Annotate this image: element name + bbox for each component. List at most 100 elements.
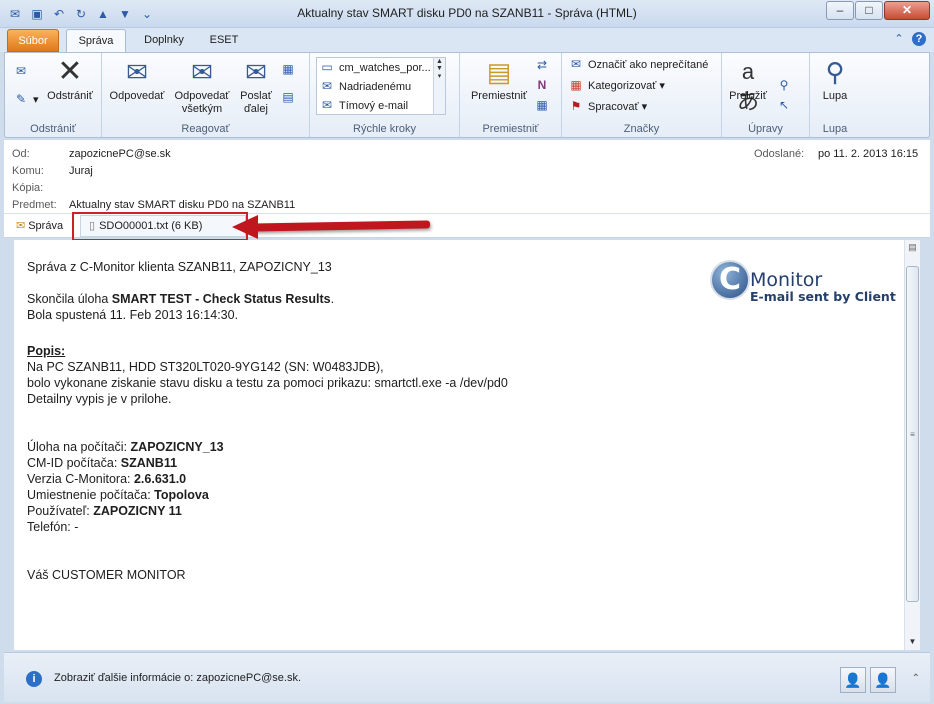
categories-icon: ▦ <box>570 78 582 92</box>
quickstep-item[interactable]: ▭ cm_watches_por... <box>319 59 430 77</box>
avatar[interactable]: 👤 <box>870 667 896 693</box>
help-icon[interactable]: ? <box>912 32 926 46</box>
move-group: ▤ Premiestniť ⇄ N ▦ Premiestniť <box>460 53 562 137</box>
respond-group: ✉ Odpovedať ✉ Odpovedať všetkým ✉ Poslať… <box>102 53 310 137</box>
editing-group: aあ Preložiť ⚲ ↖ Úpravy <box>722 53 810 137</box>
tab-eset[interactable]: ESET <box>203 29 245 52</box>
rules-button[interactable]: ⇄ <box>534 57 554 75</box>
team-mail-icon: ✉ <box>321 98 333 112</box>
tab-message[interactable]: Správa <box>66 29 126 52</box>
people-info-text[interactable]: Zobraziť ďalšie informácie o: zapozicneP… <box>54 672 301 684</box>
message-body: C Monitor E-mail sent by Client Správa z… <box>14 240 904 650</box>
title-bar: ✉ ▣ ↶ ↻ ▲ ▼ ⌄ Aktualny stav SMART disku … <box>0 0 934 28</box>
location: Umiestnenie počítača: Topolova <box>27 488 209 502</box>
more-respond-button[interactable]: ▤ <box>280 89 300 107</box>
info-icon: i <box>26 671 42 687</box>
quickstep-item[interactable]: ✉ Tímový e-mail <box>319 97 408 115</box>
zoom-button[interactable]: ⚲ Lupa <box>814 57 856 103</box>
window-title: Aktualny stav SMART disku PD0 na SZANB11… <box>297 6 637 20</box>
ignore-icon: ✉ <box>15 64 27 78</box>
sent-value: po 11. 2. 2013 16:15 <box>818 148 919 160</box>
quickstep-item[interactable]: ✉ Nadriadenému <box>319 78 411 96</box>
maximize-button[interactable]: □ <box>855 1 883 20</box>
task-finished: Skončila úloha SMART TEST - Check Status… <box>27 292 335 306</box>
flag-icon: ⚑ <box>570 99 582 113</box>
attachment-highlight <box>72 212 248 241</box>
people-pane: i Zobraziť ďalšie informácie o: zapozicn… <box>4 652 930 702</box>
actions-button[interactable]: ▦ <box>534 97 554 115</box>
reply-all-icon: ✉ <box>191 57 213 87</box>
sent-label: Odoslané: <box>754 148 805 160</box>
forward-mail-icon: ✉ <box>321 79 333 93</box>
reply-all-button[interactable]: ✉ Odpovedať všetkým <box>170 57 234 116</box>
phone: Telefón: - <box>27 520 79 534</box>
popis-line: bolo vykonane ziskanie stavu disku a tes… <box>27 376 508 390</box>
to-value[interactable]: Juraj <box>69 163 93 179</box>
from-label: Od: <box>12 148 30 160</box>
move-button[interactable]: ▤ Premiestniť <box>464 57 534 103</box>
user: Používateľ: ZAPOZICNY 11 <box>27 504 182 518</box>
more-icon: ▤ <box>282 90 294 104</box>
delete-button[interactable]: ✕ Odstrániť <box>43 57 97 103</box>
collapse-ribbon-icon[interactable]: ⌃ <box>892 32 906 46</box>
ignore-button[interactable]: ✉ <box>13 63 33 81</box>
forward-button[interactable]: ✉ Poslať ďalej <box>234 57 278 116</box>
message-header: Od: zapozicnePC@se.sk Komu: Juraj Kópia:… <box>4 140 930 214</box>
annotation-arrowhead <box>232 215 258 239</box>
cleanup-icon: ✎ <box>15 92 27 106</box>
select-button[interactable]: ↖ <box>776 97 796 115</box>
popis-line: Na PC SZANB11, HDD ST320LT020-9YG142 (SN… <box>27 360 384 374</box>
tags-group: ✉ Označiť ako neprečítané ▦ Kategorizovať … <box>562 53 722 137</box>
close-button[interactable]: ✕ <box>884 1 930 20</box>
onenote-button[interactable]: N <box>534 77 554 95</box>
message-tab[interactable]: ✉ Správa <box>16 218 63 234</box>
version: Verzia C-Monitora: 2.6.631.0 <box>27 472 187 486</box>
ribbon: ✉ ✎ ▾ ✕ Odstrániť Odstrániť ✉ Odpovedať ✉… <box>4 52 930 138</box>
popis-heading: Popis: <box>27 344 66 358</box>
forward-icon: ✉ <box>245 57 267 87</box>
tab-file[interactable]: Súbor <box>7 29 59 52</box>
reply-icon: ✉ <box>126 57 148 87</box>
started-text: Bola spustená 11. Feb 2013 16:14:30. <box>27 308 239 322</box>
expand-icon[interactable]: ⌃ <box>912 673 920 684</box>
page-icon: ▭ <box>321 60 333 74</box>
avatar[interactable]: 👤 <box>840 667 866 693</box>
popis-line: Detailny vypis je v prilohe. <box>27 392 172 406</box>
zoom-group: ⚲ Lupa Lupa <box>810 53 860 137</box>
signature: Váš CUSTOMER MONITOR <box>27 568 186 582</box>
find-button[interactable]: ⚲ <box>776 77 796 95</box>
cmonitor-logo: C Monitor E-mail sent by Client <box>710 260 896 306</box>
quick-steps-group: ▭ cm_watches_por... ✉ Nadriadenému ✉ Tímový… <box>310 53 460 137</box>
envelope-icon: ✉ <box>16 220 26 232</box>
split-icon[interactable]: ▤ <box>906 242 919 256</box>
task-computer: Úloha na počítači: ZAPOZICNY_13 <box>27 440 224 454</box>
subject-label: Predmet: <box>12 199 57 211</box>
cc-label: Kópia: <box>12 182 44 194</box>
translate-button[interactable]: aあ Preložiť <box>726 57 770 114</box>
calendar-icon: ▦ <box>282 62 294 76</box>
scroll-thumb[interactable]: ≡ <box>906 266 919 602</box>
onenote-icon: N <box>537 78 547 92</box>
rules-icon: ⇄ <box>536 58 548 72</box>
quick-steps-scroll[interactable]: ▲ ▼ ▾ <box>433 58 445 114</box>
to-label: Komu: <box>12 165 44 177</box>
magnifier-icon: ⚲ <box>825 57 845 87</box>
meeting-button[interactable]: ▦ <box>280 61 300 79</box>
envelope-icon: ✉ <box>570 57 582 71</box>
subject-value: Aktualny stav SMART disku PD0 na SZANB11 <box>69 199 296 211</box>
cmid: CM-ID počítača: SZANB11 <box>27 456 178 470</box>
from-value[interactable]: zapozicnePC@se.sk <box>69 146 171 162</box>
scroll-down-icon[interactable]: ▼ <box>905 634 920 650</box>
tab-addins[interactable]: Doplnky <box>136 29 192 52</box>
mark-unread-button[interactable]: ✉ Označiť ako neprečítané <box>568 56 708 74</box>
ribbon-tabs: Súbor Správa Doplnky ESET ⌃ ? <box>0 28 934 52</box>
delete-group: ✉ ✎ ▾ ✕ Odstrániť Odstrániť <box>5 53 102 137</box>
cleanup-button[interactable]: ✎ ▾ <box>13 91 39 109</box>
minimize-button[interactable]: – <box>826 1 854 20</box>
quick-steps-gallery: ▭ cm_watches_por... ✉ Nadriadenému ✉ Tímový… <box>316 57 446 115</box>
intro-text: Správa z C-Monitor klienta SZANB11, ZAPO… <box>27 260 332 274</box>
reply-button[interactable]: ✉ Odpovedať <box>106 57 168 103</box>
categorize-button[interactable]: ▦ Kategorizovať ▾ <box>568 77 665 95</box>
followup-button[interactable]: ⚑ Spracovať ▾ <box>568 98 648 116</box>
vertical-scrollbar[interactable]: ▤ ≡ ▼ <box>904 240 920 650</box>
